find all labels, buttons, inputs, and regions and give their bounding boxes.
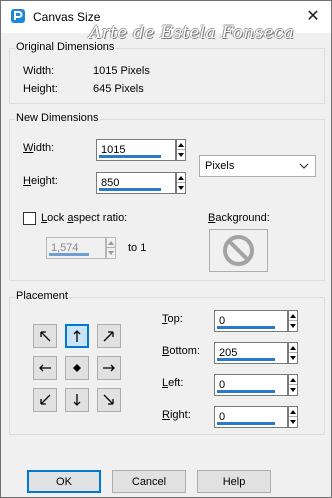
width-spinner[interactable] [176,139,186,161]
ratio-down-arrow-icon[interactable] [107,248,115,258]
arrow-up-left-icon [40,331,51,342]
new-dimensions-title: New Dimensions [15,112,100,124]
left-down-arrow-icon[interactable] [289,385,297,395]
arrow-left-icon [39,364,51,372]
width-up-arrow-icon[interactable] [177,140,185,150]
top-offset-input[interactable]: 0 [214,310,288,332]
placement-title: Placement [15,290,69,302]
cancel-button[interactable]: Cancel [112,470,186,493]
anchor-middle-right[interactable] [97,356,121,380]
anchor-bottom-right[interactable] [97,388,121,412]
left-offset-input[interactable]: 0 [214,374,288,396]
arrow-down-left-icon [40,394,51,405]
top-offset-spinner[interactable] [288,310,298,332]
no-symbol-icon [223,235,254,266]
right-offset-label: Right: [162,409,191,421]
right-offset-input[interactable]: 0 [214,406,288,428]
units-select[interactable]: Pixels [199,155,316,177]
anchor-top-left[interactable] [33,324,57,348]
arrow-down-right-icon [103,394,114,405]
anchor-middle-left[interactable] [33,356,57,380]
paintshop-app-icon [10,8,26,24]
original-width-label: Width: [23,65,55,77]
new-height-label: Height: [23,175,58,187]
chevron-down-icon [299,161,309,171]
bottom-offset-input[interactable]: 205 [214,342,288,364]
left-offset-spinner[interactable] [288,374,298,396]
background-color-swatch[interactable] [209,229,268,272]
arrow-up-right-icon [103,331,114,342]
top-down-arrow-icon[interactable] [289,321,297,331]
window-title: Canvas Size [33,10,101,24]
diamond-icon [73,364,81,372]
anchor-top-right[interactable] [97,324,121,348]
help-button[interactable]: Help [197,470,271,493]
bottom-offset-spinner[interactable] [288,342,298,364]
right-up-arrow-icon[interactable] [289,407,297,417]
original-height-label: Height: [23,83,58,95]
ratio-up-arrow-icon[interactable] [107,238,115,248]
right-down-arrow-icon[interactable] [289,417,297,427]
lock-aspect-label: Lock aspect ratio: [41,212,128,224]
anchor-center[interactable] [65,356,89,380]
canvas-size-dialog: Canvas Size ✕ Arte de Estela Fonseca Ori… [0,0,332,498]
arrow-up-icon [73,330,81,342]
original-dimensions-title: Original Dimensions [15,41,116,53]
width-input[interactable]: 1015 [96,139,176,161]
background-label: Background: [208,212,270,224]
anchor-top-center[interactable] [65,324,89,348]
left-offset-label: Left: [162,377,184,389]
top-up-arrow-icon[interactable] [289,311,297,321]
bottom-down-arrow-icon[interactable] [289,353,297,363]
aspect-ratio-spinner[interactable] [106,237,116,259]
units-value: Pixels [205,160,235,172]
height-down-arrow-icon[interactable] [177,183,185,193]
ratio-suffix-label: to 1 [128,242,147,254]
watermark-text: Arte de Estela Fonseca [89,23,295,43]
right-offset-spinner[interactable] [288,406,298,428]
lock-aspect-checkbox[interactable] [23,212,36,225]
height-spinner[interactable] [176,172,186,194]
arrow-down-icon [73,394,81,406]
left-up-arrow-icon[interactable] [289,375,297,385]
original-width-value: 1015 Pixels [93,65,150,77]
aspect-ratio-input[interactable]: 1,574 [46,237,106,259]
ok-button[interactable]: OK [27,470,101,493]
height-input[interactable]: 850 [96,172,176,194]
original-dimensions-group [9,48,325,104]
close-icon[interactable]: ✕ [303,7,323,27]
new-width-label: Width: [23,142,55,154]
top-offset-label: Top: [162,313,183,325]
bottom-offset-label: Bottom: [162,345,200,357]
original-height-value: 645 Pixels [93,83,144,95]
bottom-up-arrow-icon[interactable] [289,343,297,353]
width-down-arrow-icon[interactable] [177,150,185,160]
height-up-arrow-icon[interactable] [177,173,185,183]
anchor-bottom-center[interactable] [65,388,89,412]
anchor-bottom-left[interactable] [33,388,57,412]
arrow-right-icon [103,364,115,372]
